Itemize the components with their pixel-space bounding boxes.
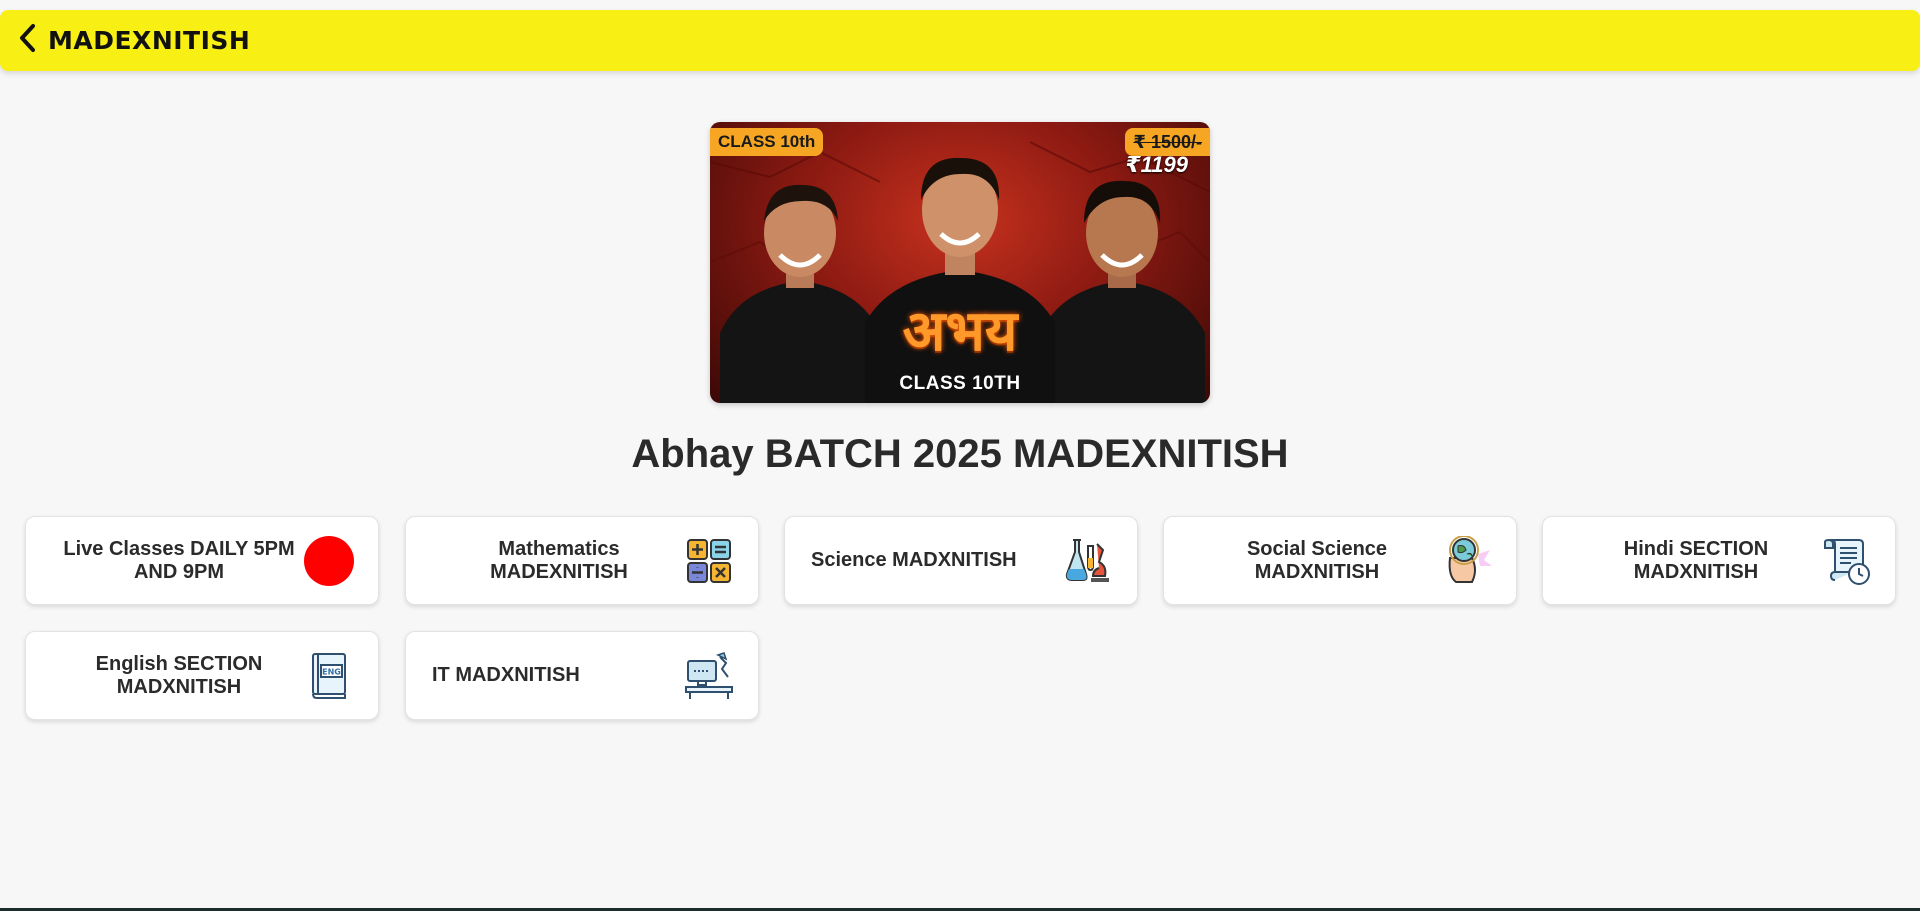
banner-logo-abhay: अभय bbox=[902, 298, 1018, 364]
batch-title: Abhay BATCH 2025 MADEXNITISH bbox=[631, 432, 1289, 476]
section-card-label: Social Science MADXNITISH bbox=[1246, 537, 1388, 583]
section-card-social-science[interactable]: Social Science MADXNITISH bbox=[1163, 516, 1517, 605]
new-price: ₹1199 bbox=[1125, 152, 1188, 177]
section-card-label: Live Classes DAILY 5PM AND 9PM bbox=[63, 537, 295, 583]
banner-class-label: CLASS 10TH bbox=[899, 373, 1021, 394]
teacher-left-figure bbox=[720, 184, 880, 403]
class-badge: CLASS 10th bbox=[710, 128, 824, 156]
section-card-english[interactable]: English SECTION MADXNITISH ENG bbox=[25, 631, 379, 720]
section-card-label: Mathematics MADEXNITISH bbox=[490, 537, 628, 583]
section-card-live-classes[interactable]: Live Classes DAILY 5PM AND 9PM bbox=[25, 516, 379, 605]
english-book-icon: ENG bbox=[304, 651, 354, 701]
batch-banner-image: अभय CLASS 10TH CLASS 10th ₹ 1500/- ₹1199 bbox=[710, 122, 1210, 403]
old-price: ₹ 1500/- bbox=[1133, 131, 1202, 152]
live-dot-icon bbox=[304, 535, 354, 586]
teacher-right-figure bbox=[1040, 180, 1205, 403]
section-card-science[interactable]: Science MADXNITISH bbox=[784, 516, 1138, 605]
computer-desk-icon bbox=[684, 651, 734, 701]
top-bar: MADEXNITISH bbox=[0, 10, 1920, 71]
section-card-it[interactable]: IT MADXNITISH bbox=[405, 631, 759, 720]
section-card-mathematics[interactable]: Mathematics MADEXNITISH bbox=[405, 516, 759, 605]
section-card-label: IT MADXNITISH bbox=[432, 664, 580, 686]
page-header-title: MADEXNITISH bbox=[48, 26, 251, 55]
section-card-label: English SECTION MADXNITISH bbox=[95, 652, 263, 698]
scroll-clock-icon bbox=[1821, 536, 1871, 586]
section-card-label: Science MADXNITISH bbox=[811, 549, 1017, 571]
globe-magnifier-icon bbox=[1442, 534, 1492, 586]
section-card-label: Hindi SECTION MADXNITISH bbox=[1623, 537, 1769, 583]
back-button[interactable]: MADEXNITISH bbox=[0, 10, 250, 71]
section-card-hindi[interactable]: Hindi SECTION MADXNITISH bbox=[1542, 516, 1896, 605]
chevron-left-icon bbox=[16, 23, 40, 58]
lab-flask-microscope-icon bbox=[1063, 536, 1113, 586]
svg-text:ENG: ENG bbox=[322, 667, 341, 676]
calculator-icon bbox=[684, 536, 734, 586]
